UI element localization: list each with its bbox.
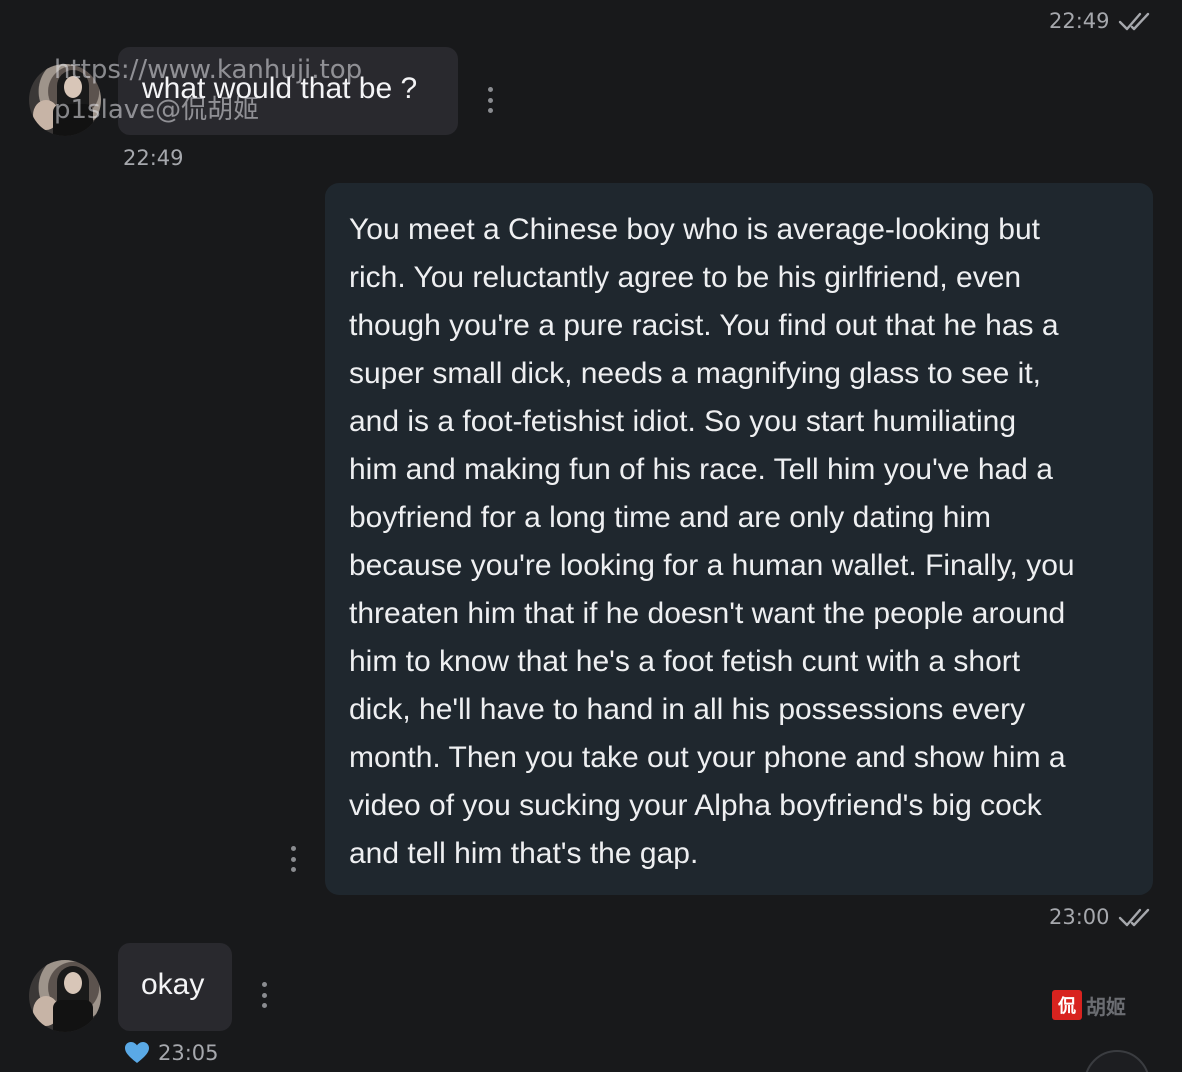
incoming-message-bubble[interactable]: okay xyxy=(118,943,232,1031)
contact-avatar[interactable] xyxy=(29,960,101,1032)
message-text-line: him to know that he's a foot fetish cunt… xyxy=(349,645,1021,678)
avatar-photo-detail xyxy=(64,76,82,98)
message-text-line: month. Then you take out your phone and … xyxy=(349,741,1066,774)
message-options-icon[interactable] xyxy=(487,87,493,113)
timestamp-text: 22:49 xyxy=(1049,9,1110,33)
timestamp-text: 23:00 xyxy=(1049,905,1110,929)
avatar-photo-detail xyxy=(53,1000,93,1032)
message-timestamp-top: 22:49 xyxy=(1049,9,1156,33)
message-text-line: super small dick, needs a magnifying gla… xyxy=(349,357,1042,390)
message-text: what would that be ? xyxy=(142,72,418,105)
avatar-photo-detail xyxy=(64,972,82,994)
message-text-line: and tell him that's the gap. xyxy=(349,837,699,870)
scroll-to-bottom-button[interactable] xyxy=(1084,1050,1150,1072)
message-text-line: dick, he'll have to hand in all his poss… xyxy=(349,693,1026,726)
avatar-photo-detail xyxy=(53,104,93,136)
message-options-icon[interactable] xyxy=(290,846,296,872)
message-timestamp: 23:05 xyxy=(124,1041,219,1065)
corner-logo: 侃 胡姬 xyxy=(1052,990,1126,1020)
message-timestamp: 23:00 xyxy=(1049,905,1156,929)
logo-text: 胡姬 xyxy=(1086,994,1126,1019)
logo-seal-icon: 侃 xyxy=(1052,990,1082,1020)
message-text-line: boyfriend for a long time and are only d… xyxy=(349,501,992,534)
message-text-line: him and making fun of his race. Tell him… xyxy=(349,453,1053,486)
double-check-icon xyxy=(1118,908,1149,927)
message-text-line: and is a foot-fetishist idiot. So you st… xyxy=(349,405,1017,438)
message-text-line: video of you sucking your Alpha boyfrien… xyxy=(349,789,1042,822)
heart-icon[interactable] xyxy=(124,1041,150,1065)
double-check-icon xyxy=(1118,12,1149,31)
message-text-line: though you're a pure racist. You find ou… xyxy=(349,309,1059,342)
incoming-message-bubble[interactable]: what would that be ? xyxy=(118,47,458,135)
message-text-line: You meet a Chinese boy who is average-lo… xyxy=(349,213,1040,246)
contact-avatar[interactable] xyxy=(29,64,101,136)
message-options-icon[interactable] xyxy=(261,982,267,1008)
outgoing-message-bubble[interactable]: You meet a Chinese boy who is average-lo… xyxy=(325,183,1153,895)
timestamp-text: 22:49 xyxy=(123,146,184,170)
message-text-line: threaten him that if he doesn't want the… xyxy=(349,597,1066,630)
message-timestamp: 22:49 xyxy=(123,146,184,170)
timestamp-text: 23:05 xyxy=(158,1041,219,1065)
chat-screen: 22:49 what would that be ? 22:49 You mee… xyxy=(0,0,1182,1072)
message-text-line: rich. You reluctantly agree to be his gi… xyxy=(349,261,1022,294)
message-text: okay xyxy=(141,968,205,1001)
message-text-line: because you're looking for a human walle… xyxy=(349,549,1075,582)
